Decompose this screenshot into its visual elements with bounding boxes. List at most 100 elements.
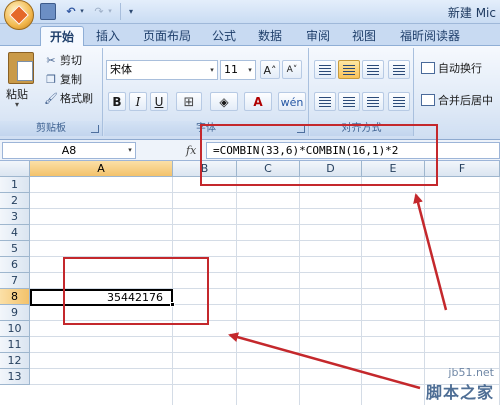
grid-row-line xyxy=(30,192,500,193)
name-box[interactable]: A8 ▾ xyxy=(2,142,136,159)
title-bar: ↶ ▾ ↷ ▾ ▾ 新建 Mic xyxy=(0,0,500,30)
window-title: 新建 Mic xyxy=(447,6,496,20)
tab-foxit-reader[interactable]: 福昕阅读器 xyxy=(390,26,470,46)
office-logo-icon xyxy=(9,5,29,25)
row-header-7[interactable]: 7 xyxy=(0,273,30,289)
grid-row-line xyxy=(30,208,500,209)
watermark: jb51.net 脚本之家 xyxy=(426,366,494,403)
select-all-corner[interactable] xyxy=(0,161,30,177)
save-icon[interactable] xyxy=(40,3,56,20)
cut-button[interactable]: ✂ 剪切 xyxy=(44,52,82,69)
font-size-value: 11 xyxy=(224,63,238,76)
row-header-6[interactable]: 6 xyxy=(0,257,30,273)
copy-button[interactable]: ❐ 复制 xyxy=(44,71,82,88)
watermark-url: jb51.net xyxy=(448,366,494,379)
align-top-icon[interactable] xyxy=(314,60,336,79)
font-name-value: 宋体 xyxy=(110,63,132,76)
copy-label: 复制 xyxy=(60,73,82,86)
orientation-icon[interactable] xyxy=(388,60,410,79)
chevron-down-icon: ▾ xyxy=(248,66,252,74)
merge-center-icon xyxy=(421,94,435,106)
align-right-icon[interactable] xyxy=(362,92,384,111)
row-header-2[interactable]: 2 xyxy=(0,193,30,209)
row-header-8[interactable]: 8 xyxy=(0,289,30,305)
align-center-icon[interactable] xyxy=(338,92,360,111)
grid-column-line xyxy=(299,177,300,405)
clipboard-group-label: 剪贴板 xyxy=(0,121,102,136)
chevron-down-icon: ▾ xyxy=(210,66,214,74)
font-color-button[interactable]: A xyxy=(244,92,272,111)
grow-font-button[interactable]: A˄ xyxy=(260,60,280,79)
row-header-1[interactable]: 1 xyxy=(0,177,30,193)
row-header-13[interactable]: 13 xyxy=(0,369,30,385)
clipboard-launcher-icon[interactable] xyxy=(91,125,99,133)
row-header-11[interactable]: 11 xyxy=(0,337,30,353)
clipboard-group: 粘贴 ▾ ✂ 剪切 ❐ 复制 🖌 格式刷 剪贴板 xyxy=(0,48,103,136)
tab-review[interactable]: 审阅 xyxy=(298,26,338,46)
border-icon[interactable]: ⊞ xyxy=(176,92,202,111)
grid-column-line xyxy=(361,177,362,405)
alignment-group: 对齐方式 xyxy=(310,48,414,136)
indent-icon[interactable] xyxy=(388,92,410,111)
grid-row-line xyxy=(30,336,500,337)
align-bottom-icon[interactable] xyxy=(362,60,384,79)
font-size-select[interactable]: 11 ▾ xyxy=(220,60,256,80)
chevron-down-icon: ▾ xyxy=(128,146,132,154)
grid-row-line xyxy=(30,240,500,241)
scissors-icon: ✂ xyxy=(46,54,56,67)
format-painter-button[interactable]: 🖌 格式刷 xyxy=(44,90,93,107)
watermark-name: 脚本之家 xyxy=(425,383,494,402)
tab-view[interactable]: 视图 xyxy=(344,26,384,46)
undo-dropdown-icon[interactable]: ▾ xyxy=(78,3,86,20)
column-header-a[interactable]: A xyxy=(30,161,173,177)
row-header-10[interactable]: 10 xyxy=(0,321,30,337)
row-header-5[interactable]: 5 xyxy=(0,241,30,257)
grid-row-line xyxy=(30,224,500,225)
wrap-text-label: 自动换行 xyxy=(438,62,482,75)
italic-button[interactable]: I xyxy=(129,92,147,111)
qat-separator xyxy=(120,3,121,20)
row-header-4[interactable]: 4 xyxy=(0,225,30,241)
paste-dropdown-icon[interactable]: ▾ xyxy=(15,100,19,109)
excel-window: ↶ ▾ ↷ ▾ ▾ 新建 Mic 开始 插入 页面布局 公式 数据 审阅 视图 … xyxy=(0,0,500,405)
row-header-9[interactable]: 9 xyxy=(0,305,30,321)
wrap-text-icon xyxy=(421,62,435,74)
wrap-text-button[interactable]: 自动换行 xyxy=(421,60,482,78)
format-painter-label: 格式刷 xyxy=(60,92,93,105)
align-left-icon[interactable] xyxy=(314,92,336,111)
copy-icon: ❐ xyxy=(46,73,56,86)
ribbon-tabs: 开始 插入 页面布局 公式 数据 审阅 视图 福昕阅读器 xyxy=(0,24,500,47)
merge-center-button[interactable]: 合并后居中 xyxy=(421,92,493,110)
font-group: 宋体 ▾ 11 ▾ A˄ A˅ B I U ⊞ ◈ A wén 字体 xyxy=(104,48,309,136)
redo-icon[interactable]: ↷ xyxy=(92,3,106,20)
align-middle-icon[interactable] xyxy=(338,60,360,79)
tab-formulas[interactable]: 公式 xyxy=(204,26,244,46)
grid-row-line xyxy=(30,352,500,353)
bold-button[interactable]: B xyxy=(108,92,126,111)
fill-color-icon[interactable]: ◈ xyxy=(210,92,238,111)
office-button[interactable] xyxy=(4,0,34,30)
name-box-value: A8 xyxy=(61,144,77,157)
undo-icon[interactable]: ↶ xyxy=(64,3,78,20)
tab-home[interactable]: 开始 xyxy=(40,26,84,47)
font-name-select[interactable]: 宋体 ▾ xyxy=(106,60,218,80)
tab-page-layout[interactable]: 页面布局 xyxy=(134,26,200,46)
tab-insert[interactable]: 插入 xyxy=(88,26,128,46)
customize-qat-icon[interactable]: ▾ xyxy=(126,3,136,20)
redo-dropdown-icon[interactable]: ▾ xyxy=(106,3,114,20)
paintbrush-icon: 🖌 xyxy=(44,92,58,105)
paste-icon[interactable] xyxy=(8,52,34,84)
annotation-box-formula xyxy=(200,124,438,186)
phonetic-guide-button[interactable]: wén xyxy=(278,92,306,111)
cut-label: 剪切 xyxy=(60,54,82,67)
row-header-12[interactable]: 12 xyxy=(0,353,30,369)
merge-center-label: 合并后居中 xyxy=(438,94,493,107)
underline-button[interactable]: U xyxy=(150,92,168,111)
shrink-font-button[interactable]: A˅ xyxy=(282,60,302,79)
tab-data[interactable]: 数据 xyxy=(250,26,290,46)
annotation-box-cell xyxy=(63,257,209,325)
row-header-3[interactable]: 3 xyxy=(0,209,30,225)
grid-column-line xyxy=(236,177,237,405)
wrap-merge-group: 自动换行 合并后居中 xyxy=(415,48,500,136)
grid-column-line xyxy=(424,177,425,405)
